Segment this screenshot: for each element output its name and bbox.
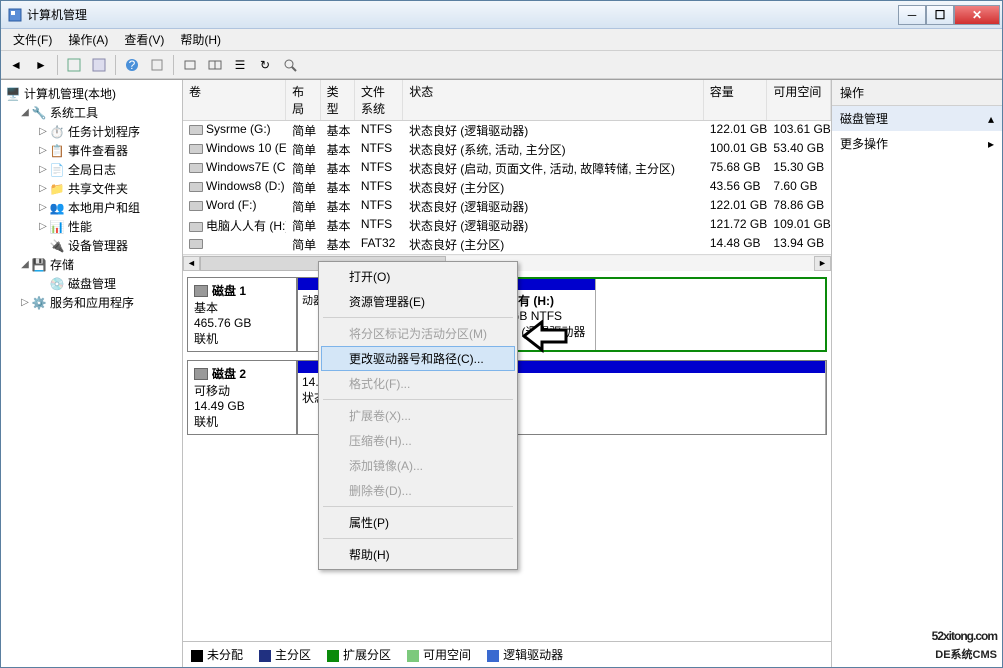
- volume-row[interactable]: Word (F:)简单基本NTFS状态良好 (逻辑驱动器)122.01 GB78…: [183, 197, 831, 216]
- tree-root[interactable]: 🖥️计算机管理(本地): [3, 84, 180, 103]
- ctx-explorer[interactable]: 资源管理器(E): [321, 289, 515, 314]
- forward-button[interactable]: ►: [30, 54, 52, 76]
- ctx-help[interactable]: 帮助(H): [321, 542, 515, 567]
- toolbar-btn-6[interactable]: [204, 54, 226, 76]
- volume-row[interactable]: Windows7E (C:)简单基本NTFS状态良好 (启动, 页面文件, 活动…: [183, 159, 831, 178]
- tree-shared[interactable]: ▷📁共享文件夹: [3, 179, 180, 198]
- volume-row[interactable]: 电脑人人有 (H:)简单基本NTFS状态良好 (逻辑驱动器)121.72 GB1…: [183, 216, 831, 235]
- volume-row[interactable]: Windows 10 (E:)简单基本NTFS状态良好 (系统, 活动, 主分区…: [183, 140, 831, 159]
- titlebar[interactable]: 计算机管理 ─ ☐ ✕: [1, 1, 1002, 29]
- ctx-delete: 删除卷(D)...: [321, 478, 515, 503]
- col-type[interactable]: 类型: [321, 80, 355, 120]
- volume-row[interactable]: Windows8 (D:)简单基本NTFS状态良好 (主分区)43.56 GB7…: [183, 178, 831, 197]
- legend-ext-swatch: [327, 650, 339, 662]
- ctx-open[interactable]: 打开(O): [321, 264, 515, 289]
- disk-icon: [194, 368, 208, 380]
- volume-row[interactable]: Sysrme (G:)简单基本NTFS状态良好 (逻辑驱动器)122.01 GB…: [183, 121, 831, 140]
- tree-localusers[interactable]: ▷👥本地用户和组: [3, 198, 180, 217]
- disk-icon: [194, 285, 208, 297]
- actions-section[interactable]: 磁盘管理▴: [832, 106, 1002, 131]
- col-capacity[interactable]: 容量: [704, 80, 768, 120]
- toolbar-btn-4[interactable]: [146, 54, 168, 76]
- ctx-shrink: 压缩卷(H)...: [321, 428, 515, 453]
- tree-devmgr[interactable]: 🔌设备管理器: [3, 236, 180, 255]
- ctx-format: 格式化(F)...: [321, 371, 515, 396]
- volume-row[interactable]: 简单基本FAT32状态良好 (主分区)14.48 GB13.94 GB: [183, 235, 831, 254]
- volume-list[interactable]: Sysrme (G:)简单基本NTFS状态良好 (逻辑驱动器)122.01 GB…: [183, 121, 831, 254]
- col-status[interactable]: 状态: [403, 80, 704, 120]
- tree-diskmgmt[interactable]: 💿磁盘管理: [3, 274, 180, 293]
- window-title: 计算机管理: [27, 6, 898, 23]
- tree-scheduler[interactable]: ▷⏱️任务计划程序: [3, 122, 180, 141]
- toolbar-btn-1[interactable]: [63, 54, 85, 76]
- disk-info-1[interactable]: 磁盘 1 基本 465.76 GB 联机: [187, 277, 297, 352]
- svg-text:?: ?: [129, 58, 136, 72]
- scroll-right-button[interactable]: ►: [814, 256, 831, 271]
- menu-file[interactable]: 文件(F): [5, 29, 60, 50]
- ctx-mark-active: 将分区标记为活动分区(M): [321, 321, 515, 346]
- app-icon: [7, 7, 23, 23]
- scroll-left-button[interactable]: ◄: [183, 256, 200, 271]
- tree-eventviewer[interactable]: ▷📋事件查看器: [3, 141, 180, 160]
- ctx-properties[interactable]: 属性(P): [321, 510, 515, 535]
- legend: 未分配 主分区 扩展分区 可用空间 逻辑驱动器: [183, 641, 831, 667]
- tree-services[interactable]: ▷⚙️服务和应用程序: [3, 293, 180, 312]
- col-layout[interactable]: 布局: [286, 80, 320, 120]
- legend-logical-swatch: [487, 650, 499, 662]
- ctx-change-drive-letter[interactable]: 更改驱动器号和路径(C)...: [321, 346, 515, 371]
- maximize-button[interactable]: ☐: [926, 5, 954, 25]
- watermark: 52xitong.com DE系统CMS: [932, 623, 997, 662]
- chevron-right-icon: ▸: [988, 137, 994, 151]
- toolbar-btn-2[interactable]: [88, 54, 110, 76]
- toolbar: ◄ ► ? ☰ ↻: [1, 51, 1002, 79]
- menu-view[interactable]: 查看(V): [116, 29, 172, 50]
- toolbar-btn-7[interactable]: ☰: [229, 54, 251, 76]
- legend-primary-swatch: [259, 650, 271, 662]
- legend-free-swatch: [407, 650, 419, 662]
- actions-header: 操作: [832, 80, 1002, 106]
- close-button[interactable]: ✕: [954, 5, 1000, 25]
- menu-action[interactable]: 操作(A): [60, 29, 116, 50]
- nav-tree[interactable]: 🖥️计算机管理(本地) ◢🔧系统工具 ▷⏱️任务计划程序 ▷📋事件查看器 ▷📄全…: [1, 80, 183, 667]
- tree-localconfig[interactable]: ▷📄全局日志: [3, 160, 180, 179]
- disk-info-2[interactable]: 磁盘 2 可移动 14.49 GB 联机: [187, 360, 297, 435]
- volume-list-header[interactable]: 卷 布局 类型 文件系统 状态 容量 可用空间: [183, 80, 831, 121]
- back-button[interactable]: ◄: [5, 54, 27, 76]
- col-fs[interactable]: 文件系统: [355, 80, 403, 120]
- actions-more[interactable]: 更多操作▸: [832, 131, 1002, 156]
- context-menu[interactable]: 打开(O) 资源管理器(E) 将分区标记为活动分区(M) 更改驱动器号和路径(C…: [318, 261, 518, 570]
- annotation-arrow-icon: [522, 318, 570, 357]
- refresh-icon[interactable]: ↻: [254, 54, 276, 76]
- tree-systools[interactable]: ◢🔧系统工具: [3, 103, 180, 122]
- col-volume[interactable]: 卷: [183, 80, 286, 120]
- menubar: 文件(F) 操作(A) 查看(V) 帮助(H): [1, 29, 1002, 51]
- collapse-icon[interactable]: ▴: [988, 112, 994, 126]
- tree-storage[interactable]: ◢💾存储: [3, 255, 180, 274]
- actions-pane: 操作 磁盘管理▴ 更多操作▸: [832, 80, 1002, 667]
- legend-unalloc-swatch: [191, 650, 203, 662]
- ctx-extend: 扩展卷(X)...: [321, 403, 515, 428]
- minimize-button[interactable]: ─: [898, 5, 926, 25]
- help-icon[interactable]: ?: [121, 54, 143, 76]
- menu-help[interactable]: 帮助(H): [172, 29, 229, 50]
- col-free[interactable]: 可用空间: [767, 80, 831, 120]
- ctx-mirror: 添加镜像(A)...: [321, 453, 515, 478]
- tree-perf[interactable]: ▷📊性能: [3, 217, 180, 236]
- toolbar-btn-5[interactable]: [179, 54, 201, 76]
- toolbar-btn-9[interactable]: [279, 54, 301, 76]
